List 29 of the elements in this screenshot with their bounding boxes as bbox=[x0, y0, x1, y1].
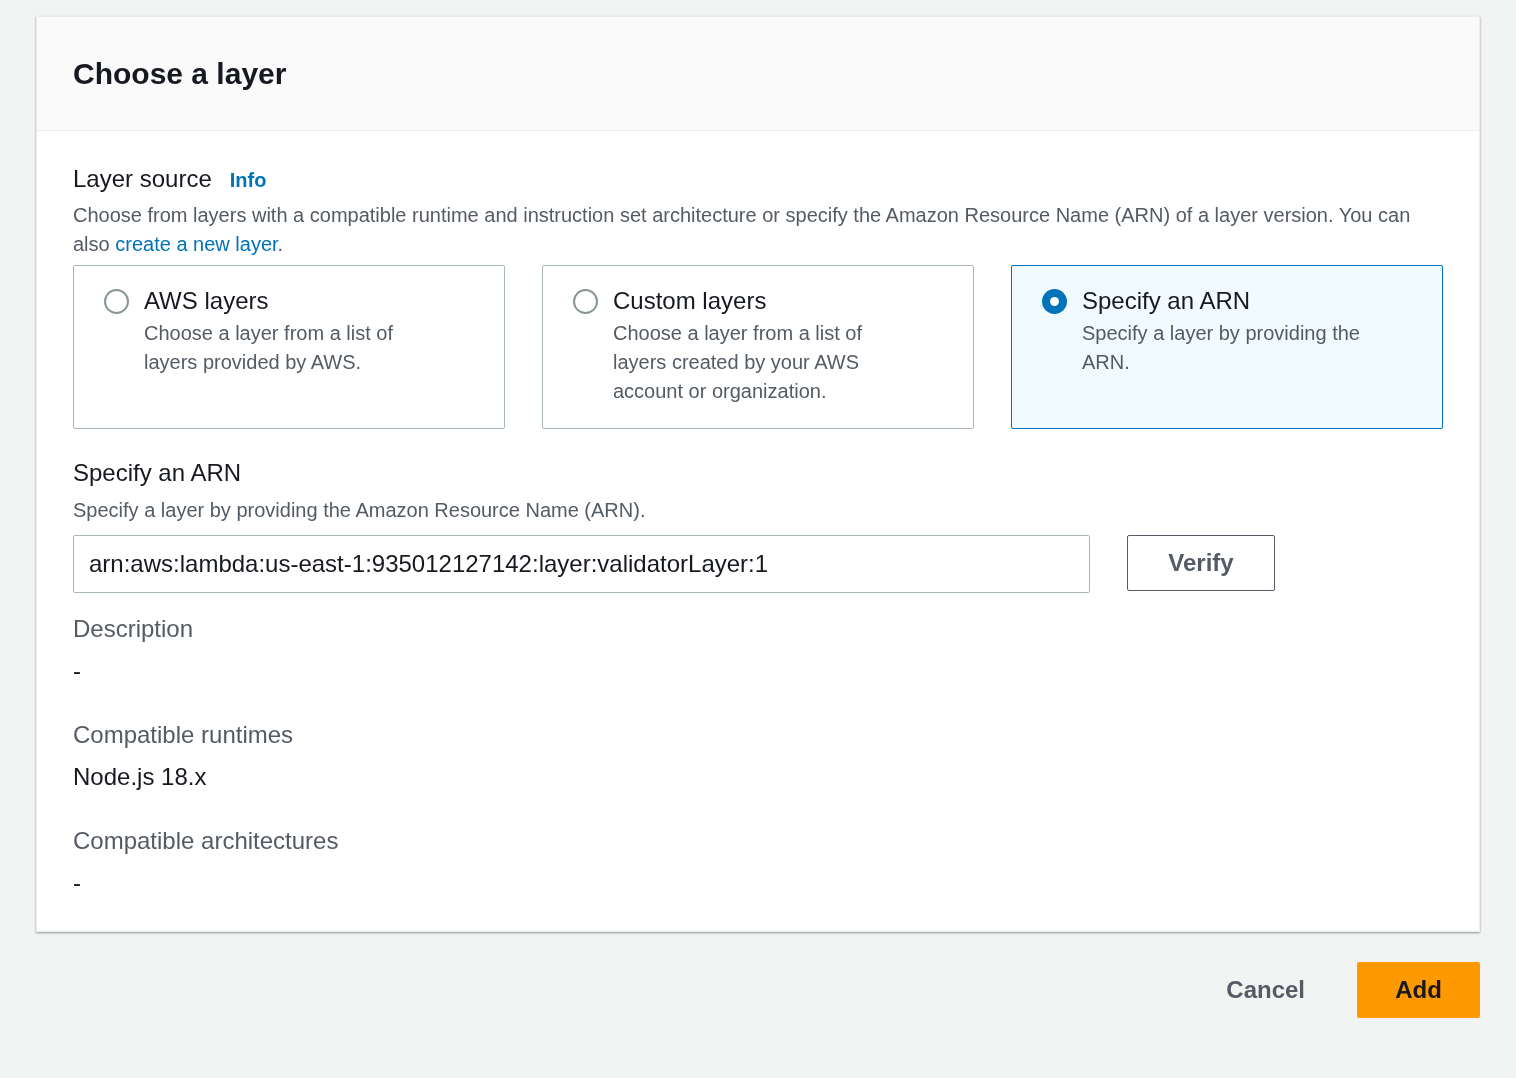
option-title: Specify an ARN bbox=[1082, 286, 1252, 316]
field-description: Specify a layer by providing the Amazon Resource Name (ARN). bbox=[73, 498, 647, 523]
detail-value: Node.js 18.x bbox=[73, 762, 208, 792]
option-description: Specify a layer by providing the ARN. bbox=[1082, 321, 1361, 375]
add-button[interactable]: Add bbox=[1357, 962, 1480, 1018]
radio-button[interactable] bbox=[573, 289, 598, 314]
radio-button[interactable] bbox=[1042, 289, 1067, 314]
detail-label: Compatible architectures bbox=[73, 826, 340, 856]
radio-button[interactable] bbox=[104, 289, 129, 314]
layer-source-option[interactable]: AWS layers Choose a layer from a list of layers provided by AWS. bbox=[73, 265, 505, 429]
option-title: AWS layers bbox=[144, 286, 270, 316]
detail-label: Description bbox=[73, 614, 195, 644]
option-title: Custom layers bbox=[613, 286, 768, 316]
detail-label: Compatible runtimes bbox=[73, 720, 295, 750]
verify-button[interactable]: Verify bbox=[1127, 535, 1275, 591]
field-label: Layer source bbox=[73, 164, 212, 194]
field-description: Choose from layers with a compatible runtime and instruction set architecture or specify the Amazon Resource Name (ARN) of a layer version. You can also create a new layer. bbox=[73, 203, 1412, 257]
create-layer-link[interactable]: create a new layer bbox=[115, 233, 278, 255]
panel-title: Choose a layer bbox=[73, 56, 287, 92]
option-description: Choose a layer from a list of layers created by your AWS account or organization. bbox=[613, 321, 863, 404]
field-label: Specify an ARN bbox=[73, 458, 243, 488]
cancel-button[interactable]: Cancel bbox=[1226, 972, 1305, 1008]
arn-input-field[interactable]: arn:aws:lambda:us-east-1:935012127142:layer:validatorLayer:1 bbox=[73, 535, 1090, 593]
detail-value: - bbox=[73, 656, 82, 686]
option-description: Choose a layer from a list of layers provided by AWS. bbox=[144, 321, 394, 375]
layer-source-option[interactable]: Custom layers Choose a layer from a list of layers created by your AWS account or organization. bbox=[542, 265, 974, 429]
info-link[interactable]: Info bbox=[229, 165, 267, 195]
detail-value: - bbox=[73, 868, 82, 898]
layer-source-option[interactable]: Specify an ARN Specify a layer by providing the ARN. bbox=[1011, 265, 1443, 429]
